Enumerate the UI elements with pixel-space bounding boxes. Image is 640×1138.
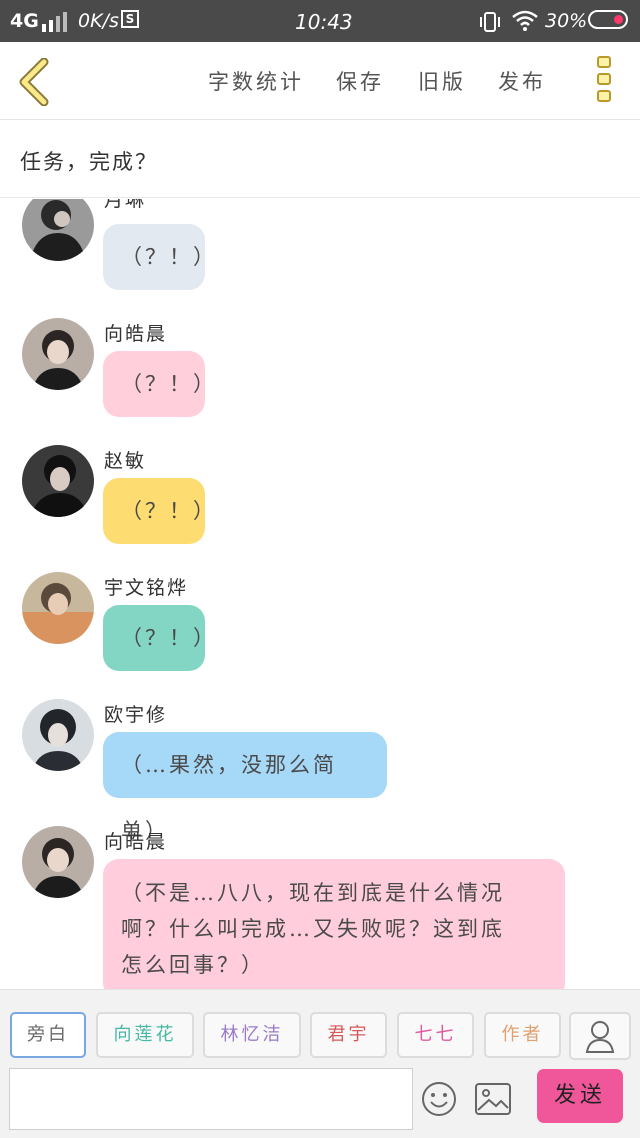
signal-icon [42,10,70,37]
role-button[interactable]: 向莲花 [96,1012,194,1058]
chat-message: 向皓晨 （？！） [0,316,640,426]
emoji-icon[interactable] [420,1080,458,1118]
network-speed: 0K/s [78,10,119,32]
message-input[interactable] [9,1068,413,1130]
sender-name: 欧宇修 [104,704,168,726]
role-button[interactable]: 七七 [397,1012,474,1058]
chat-message: 宇文铭烨 （？！） [0,570,640,680]
avatar[interactable] [22,318,94,390]
publish-button[interactable]: 发布 [498,66,546,96]
message-bubble[interactable]: （？！） [103,351,214,417]
more-menu-icon[interactable] [595,56,613,106]
network-type: 4G [10,10,39,32]
s-badge-icon: S [121,10,139,28]
avatar[interactable] [22,199,94,261]
avatar[interactable] [22,572,94,644]
message-line: 怎么回事？） [121,953,265,977]
wifi-icon [512,10,538,37]
save-button[interactable]: 保存 [336,66,384,96]
image-picker-icon[interactable] [474,1082,512,1116]
message-bubble[interactable]: （？！） [103,478,214,544]
add-role-user-icon[interactable] [569,1012,631,1060]
composer: 旁白 向莲花 林忆洁 君宇 七七 作者 发送 [0,989,640,1138]
chat-message: 欧宇修 （…果然，没那么简单） [0,697,640,843]
top-toolbar: 字数统计 保存 旧版 发布 [0,42,640,120]
avatar[interactable] [22,699,94,771]
role-button[interactable]: 君宇 [310,1012,387,1058]
old-version-button[interactable]: 旧版 [418,66,466,96]
chat-message: 赵敏 （？！） [0,443,640,553]
avatar[interactable] [22,826,94,898]
sender-name: 赵敏 [104,450,147,472]
battery-icon [588,10,628,29]
app-root: 4G 0K/s S 10:43 30% 字数统计 保存 旧版 发布 任务，完成？… [0,0,640,1138]
task-title-bar: 任务，完成？ [0,120,640,198]
status-bar: 4G 0K/s S 10:43 30% [0,0,640,42]
chat-area[interactable]: 月琳 （？！） 向皓晨 （？！） 赵敏 （？！） 宇文铭烨 （？！） 欧宇修 （… [0,199,640,989]
task-title: 任务，完成？ [20,150,158,174]
role-author-button[interactable]: 作者 [484,1012,561,1058]
word-count-button[interactable]: 字数统计 [208,66,304,96]
sender-name: 向皓晨 [104,323,168,345]
role-narrator-button[interactable]: 旁白 [10,1012,86,1058]
message-bubble[interactable]: （？！） [103,224,214,290]
message-line: 啊？什么叫完成…又失败呢？这到底 [121,917,505,941]
chat-message: 向皓晨 （不是…八八，现在到底是什么情况 啊？什么叫完成…又失败呢？这到底 怎么… [0,824,640,989]
role-button[interactable]: 林忆洁 [203,1012,301,1058]
message-bubble[interactable]: （？！） [103,605,214,671]
clock: 10:43 [295,10,353,34]
sender-name: 向皓晨 [104,831,168,853]
send-button[interactable]: 发送 [537,1069,623,1123]
avatar[interactable] [22,445,94,517]
chat-message: 月琳 （？！） [0,199,640,299]
message-bubble[interactable]: （…果然，没那么简单） [103,732,387,843]
vibrate-icon [478,10,502,39]
message-line: （不是…八八，现在到底是什么情况 [121,881,505,905]
sender-name: 宇文铭烨 [104,577,189,599]
battery-level: 30% [545,10,588,32]
message-bubble[interactable]: （不是…八八，现在到底是什么情况 啊？什么叫完成…又失败呢？这到底 怎么回事？） [103,859,565,989]
back-chevron-icon[interactable] [14,57,54,107]
sender-name: 月琳 [104,199,147,211]
